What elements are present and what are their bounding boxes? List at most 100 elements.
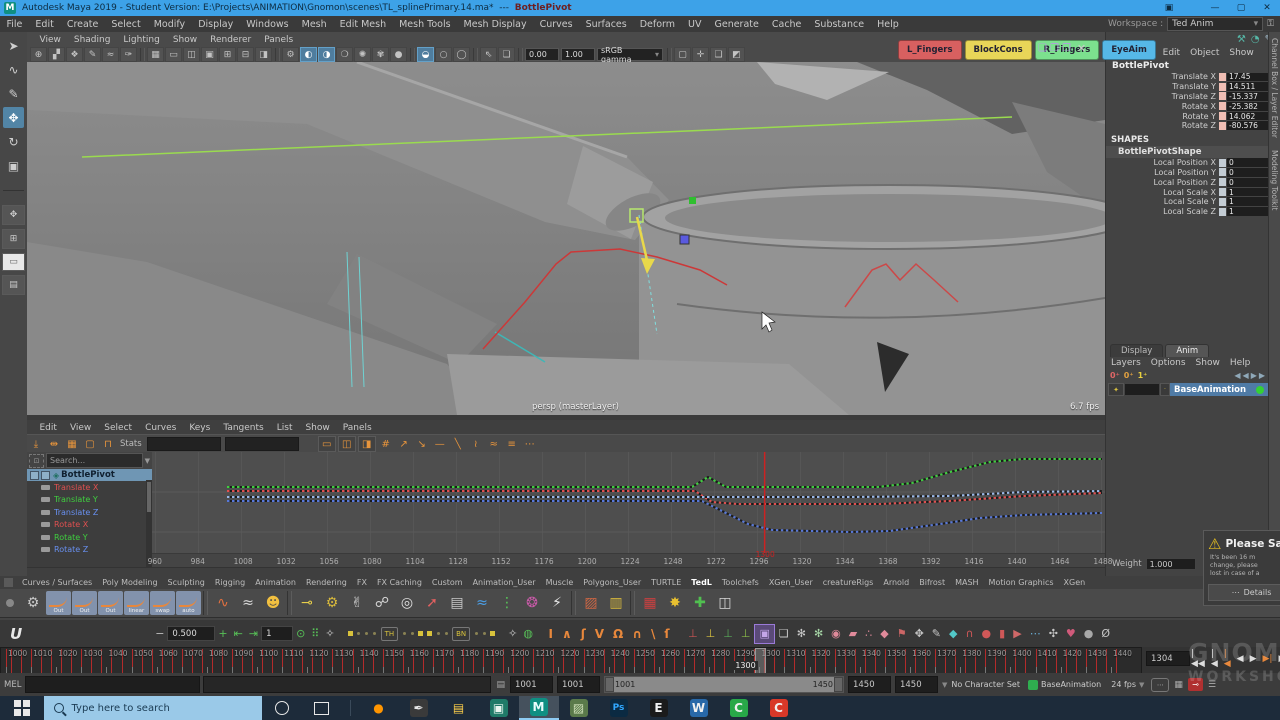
ge-tool-right-3[interactable]: #: [378, 437, 394, 451]
tangent-preset-1[interactable]: ∧: [557, 625, 576, 643]
animtool-red-arc[interactable]: ∩: [961, 625, 977, 643]
shelf-clapboard[interactable]: ◫: [713, 591, 737, 615]
shelf-tab-turtle[interactable]: TURTLE: [646, 578, 686, 587]
channel-key-swatch[interactable]: [1219, 159, 1226, 167]
menu-edit-mesh[interactable]: Edit Mesh: [333, 19, 392, 30]
gamma-field[interactable]: 1.00: [561, 48, 595, 61]
shelf-red-lattice[interactable]: ▦: [638, 591, 662, 615]
select-tool[interactable]: ➤: [3, 35, 24, 56]
shelf-tab-fx[interactable]: FX: [352, 578, 372, 587]
menu-mesh-display[interactable]: Mesh Display: [457, 19, 533, 30]
snap-grid-icon[interactable]: ⊕: [30, 47, 47, 62]
cb-menu-edit[interactable]: Edit: [1158, 48, 1185, 58]
shelf-tab-creaturerigs[interactable]: creatureRigs: [818, 578, 879, 587]
step-fwd-frame-button[interactable]: ▶|: [1260, 649, 1276, 669]
ge-tool-right-8[interactable]: ≀: [468, 437, 484, 451]
shelf-tab-rendering[interactable]: Rendering: [301, 578, 352, 587]
ge-tool-left-2[interactable]: ▦: [64, 437, 80, 451]
graph-channel-translate-y[interactable]: Translate Y: [27, 494, 152, 507]
picker-key[interactable]: [427, 631, 432, 636]
cb-menu-object[interactable]: Object: [1185, 48, 1224, 58]
prefs-menu-icon[interactable]: ☰: [1208, 680, 1216, 690]
charset-dropdown-icon[interactable]: ▼: [938, 681, 951, 689]
tab-channel-box[interactable]: Channel Box / Layer Editor: [1269, 32, 1280, 144]
close-button[interactable]: ✕: [1254, 0, 1280, 16]
jump-back-button[interactable]: ⇤: [231, 625, 246, 643]
curve-rotateY[interactable]: [227, 459, 1102, 487]
channel-key-swatch[interactable]: [1219, 198, 1226, 206]
graph-channel-rotate-y[interactable]: Rotate Y: [27, 531, 152, 544]
shelf-tab-xgen-user[interactable]: XGen_User: [764, 578, 818, 587]
expand-box-1[interactable]: [30, 471, 39, 480]
ge-menu-keys[interactable]: Keys: [183, 423, 217, 433]
ge-menu-select[interactable]: Select: [98, 423, 139, 433]
shelf-tab-toolchefs[interactable]: Toolchefs: [717, 578, 764, 587]
step-back-key-button[interactable]: |◀: [1208, 649, 1221, 669]
channel-key-swatch[interactable]: [1219, 83, 1226, 91]
gate-mask-icon[interactable]: ▣: [201, 47, 218, 62]
taskbar-app-photos-app[interactable]: ▣: [479, 696, 519, 720]
ge-tool-left-0[interactable]: ⤓: [28, 437, 44, 451]
play-start-field[interactable]: 1001: [557, 676, 600, 693]
animtool-red-bookmark[interactable]: ▮: [995, 625, 1009, 643]
script-editor-icon[interactable]: ▤: [491, 680, 510, 690]
play-backwards-button[interactable]: ◀: [1234, 649, 1247, 669]
occlusion-icon[interactable]: ●: [390, 47, 407, 62]
blue-handle[interactable]: [680, 235, 689, 244]
shelf-menu-icon[interactable]: [4, 578, 13, 587]
graph-channel-rotate-x[interactable]: Rotate X: [27, 519, 152, 532]
step-back-frame-button[interactable]: |◀: [1221, 649, 1234, 669]
layer-weight-box[interactable]: [1124, 383, 1160, 396]
graph-channel-translate-z[interactable]: Translate Z: [27, 506, 152, 519]
layer-menu-layers[interactable]: Layers: [1106, 358, 1146, 368]
animtool-blue-dots[interactable]: ⋯: [1026, 625, 1045, 643]
picker-blockcons[interactable]: BlockCons: [965, 40, 1032, 60]
snap-plane-icon[interactable]: ✎: [84, 47, 101, 62]
auto-key-toggle[interactable]: ⊸: [1188, 678, 1203, 691]
shelf-tangent-swap[interactable]: swap: [150, 591, 175, 615]
paint-select-tool[interactable]: ✎: [3, 83, 24, 104]
scale-tool[interactable]: ▣: [3, 155, 24, 176]
shelf-tangent-out-3[interactable]: Out: [98, 591, 123, 615]
channel-key-swatch[interactable]: [1219, 112, 1226, 120]
live-surface-icon[interactable]: ≈: [102, 47, 119, 62]
channel-key-swatch[interactable]: [1219, 73, 1226, 81]
shelf-runner[interactable]: ⚡: [545, 591, 569, 615]
layer-counter-1[interactable]: 0⁺: [1124, 371, 1134, 380]
taskbar-app-photoshop[interactable]: Ps: [599, 696, 639, 720]
ge-tool-right-5[interactable]: ↘: [414, 437, 430, 451]
lighting-all-icon[interactable]: ✺: [354, 47, 371, 62]
play-forwards-button[interactable]: ▶: [1247, 649, 1260, 669]
shelf-bar-chart[interactable]: ▥: [604, 591, 628, 615]
taskbar-app-maya[interactable]: M: [519, 696, 559, 720]
menu-create[interactable]: Create: [60, 19, 105, 30]
animtool-pin-yellow[interactable]: ⊥: [702, 625, 720, 643]
time-ruler[interactable]: 1000101010201030104010501060107010801090…: [0, 647, 1142, 675]
bookmark-view-icon[interactable]: ❑: [710, 47, 727, 62]
animtool-flag[interactable]: ⚑: [893, 625, 911, 643]
maximize-button[interactable]: ▢: [1228, 0, 1254, 16]
taskbar-app-camtasia[interactable]: C: [719, 696, 759, 720]
snap-curve-icon[interactable]: ▞: [48, 47, 65, 62]
shelf-collapse-icon[interactable]: [6, 599, 14, 607]
taskbar-app-file-explorer[interactable]: ▤: [439, 696, 479, 720]
start-button[interactable]: [14, 700, 30, 716]
layer-move-icons[interactable]: ◀◀▶▶: [1234, 370, 1267, 381]
picker-key[interactable]: [418, 631, 423, 636]
menu-generate[interactable]: Generate: [708, 19, 765, 30]
grease-pencil-icon[interactable]: ▢: [674, 47, 691, 62]
shape-node-name[interactable]: BottlePivotShape: [1106, 146, 1280, 158]
ge-tool-right-9[interactable]: ≈: [486, 437, 502, 451]
layout-single-pane[interactable]: ▭: [2, 253, 25, 271]
menu-surfaces[interactable]: Surfaces: [579, 19, 633, 30]
viewport-3d[interactable]: persp (masterLayer) 6.7 fps: [27, 62, 1105, 415]
menu-substance[interactable]: Substance: [808, 19, 871, 30]
expand-box-2[interactable]: [41, 471, 50, 480]
globe-toggle[interactable]: ◍: [520, 625, 536, 643]
channel-key-swatch[interactable]: [1219, 102, 1226, 110]
shelf-tangent-linear[interactable]: linear: [124, 591, 149, 615]
safe-title-icon[interactable]: ◨: [255, 47, 272, 62]
cortana-button[interactable]: [262, 696, 302, 720]
animtool-pink-folder[interactable]: ▰: [845, 625, 861, 643]
picker-l_fingers[interactable]: L_Fingers: [898, 40, 962, 60]
